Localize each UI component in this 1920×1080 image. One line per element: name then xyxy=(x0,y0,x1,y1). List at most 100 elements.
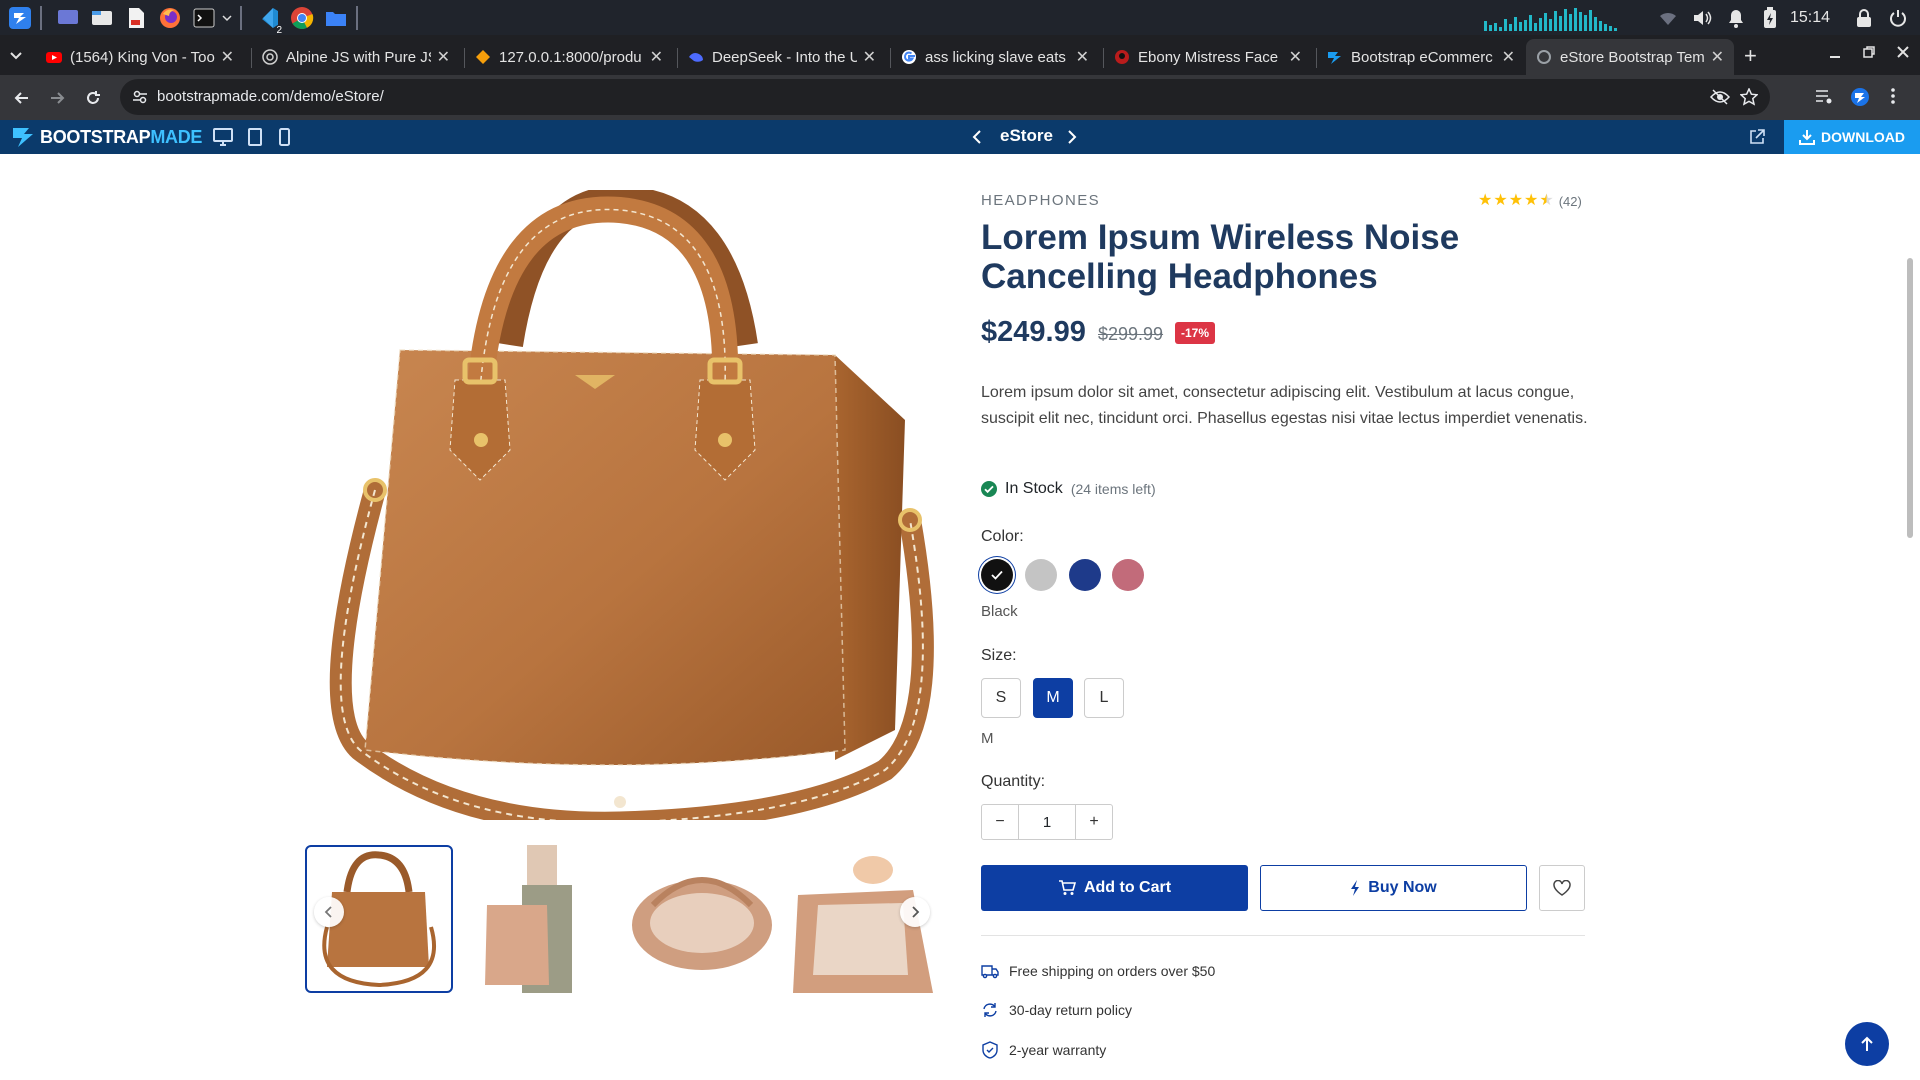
add-to-cart-button[interactable]: Add to Cart xyxy=(981,865,1248,911)
browser-tab[interactable]: Alpine JS with Pure JS ✕ xyxy=(252,39,460,75)
file-manager-icon[interactable] xyxy=(88,4,116,32)
restore-window-icon[interactable] xyxy=(1862,45,1876,59)
template-title: eStore xyxy=(1000,126,1053,145)
star-full-icon: ★ xyxy=(1508,192,1524,209)
wifi-icon[interactable] xyxy=(1654,4,1682,32)
rating-count[interactable]: (42) xyxy=(1559,194,1582,209)
color-swatch-silver[interactable] xyxy=(1025,559,1057,591)
tab-title: ass licking slave eats xyxy=(925,48,1066,66)
shield-check-icon xyxy=(982,1041,998,1059)
buy-now-button[interactable]: Buy Now xyxy=(1260,865,1527,911)
color-swatch-black[interactable] xyxy=(981,559,1013,591)
thumbnail-2[interactable] xyxy=(467,845,615,993)
buy-now-label: Buy Now xyxy=(1368,879,1437,896)
cart-icon xyxy=(1058,880,1076,896)
lightning-icon xyxy=(1350,880,1360,896)
product-main-image[interactable] xyxy=(305,190,935,820)
checkmark-icon xyxy=(991,570,1003,580)
firefox-icon[interactable] xyxy=(156,4,184,32)
tab-search-icon[interactable] xyxy=(8,47,24,63)
thumbnail-next-icon[interactable] xyxy=(900,897,930,927)
browser-tab[interactable]: Bootstrap eCommerc ✕ xyxy=(1317,39,1525,75)
close-tab-icon[interactable]: ✕ xyxy=(650,47,663,67)
new-tab-icon[interactable]: + xyxy=(1744,43,1757,69)
system-clock[interactable]: 15:14 xyxy=(1790,9,1830,27)
back-arrow-icon[interactable] xyxy=(9,85,35,111)
thumbnail-image xyxy=(467,845,615,993)
terminal-icon[interactable] xyxy=(190,4,218,32)
eye-slash-icon[interactable] xyxy=(1710,88,1730,106)
page-scrollbar[interactable] xyxy=(1907,258,1913,538)
previous-template-icon[interactable] xyxy=(972,130,982,144)
heart-icon xyxy=(1553,880,1571,896)
bootstrapmade-logo[interactable]: BOOTSTRAPMADE xyxy=(12,126,202,148)
browser-tab[interactable]: (1564) King Von - Too ✕ xyxy=(36,39,244,75)
browser-tab-active[interactable]: eStore Bootstrap Tem ✕ xyxy=(1526,39,1734,75)
reload-icon[interactable] xyxy=(80,85,106,111)
volume-icon[interactable] xyxy=(1688,4,1716,32)
close-tab-icon[interactable]: ✕ xyxy=(437,47,450,67)
size-option-l[interactable]: L xyxy=(1084,678,1124,718)
profile-avatar[interactable] xyxy=(1850,87,1870,107)
close-tab-icon[interactable]: ✕ xyxy=(1711,47,1724,67)
power-icon[interactable] xyxy=(1884,4,1912,32)
lock-icon[interactable] xyxy=(1850,4,1878,32)
tablet-view-icon[interactable] xyxy=(247,128,263,146)
minimize-window-icon[interactable] xyxy=(1828,45,1842,59)
browser-tab[interactable]: ass licking slave eats ✕ xyxy=(891,39,1099,75)
external-link-icon[interactable] xyxy=(1749,129,1765,145)
close-tab-icon[interactable]: ✕ xyxy=(863,47,876,67)
wishlist-button[interactable] xyxy=(1539,865,1585,911)
globe-favicon-icon xyxy=(262,49,278,65)
selected-size: M xyxy=(981,730,994,747)
feature-warranty: 2-year warranty xyxy=(981,1041,1106,1059)
vscode-icon[interactable]: 2 xyxy=(254,4,284,36)
address-bar[interactable]: bootstrapmade.com/demo/eStore/ xyxy=(120,79,1770,115)
star-full-icon: ★ xyxy=(1524,192,1539,209)
product-category[interactable]: HEADPHONES xyxy=(981,192,1100,209)
browser-tab[interactable]: 127.0.0.1:8000/produ ✕ xyxy=(465,39,673,75)
increase-quantity-button[interactable]: + xyxy=(1076,805,1112,839)
document-viewer-icon[interactable] xyxy=(122,4,150,32)
mobile-view-icon[interactable] xyxy=(277,128,291,146)
download-button[interactable]: DOWNLOAD xyxy=(1784,120,1920,154)
close-tab-icon[interactable]: ✕ xyxy=(221,47,234,67)
notification-bell-icon[interactable] xyxy=(1722,4,1750,32)
desktop-icon[interactable] xyxy=(54,4,82,32)
browser-tab[interactable]: DeepSeek - Into the U ✕ xyxy=(678,39,886,75)
decrease-quantity-button[interactable]: − xyxy=(982,805,1018,839)
localhost-favicon-icon xyxy=(475,49,491,65)
forward-arrow-icon[interactable] xyxy=(44,85,70,111)
app-launcher-icon[interactable] xyxy=(6,4,34,32)
quantity-input[interactable]: 1 xyxy=(1018,805,1076,839)
browser-tab[interactable]: Ebony Mistress Face ✕ xyxy=(1104,39,1312,75)
stock-label: In Stock xyxy=(1005,480,1063,497)
thumbnail-3[interactable] xyxy=(628,845,776,993)
quantity-stepper: − 1 + xyxy=(981,804,1113,840)
color-swatch-navy[interactable] xyxy=(1069,559,1101,591)
chrome-icon[interactable] xyxy=(288,4,316,32)
next-template-icon[interactable] xyxy=(1067,130,1077,144)
close-tab-icon[interactable]: ✕ xyxy=(1076,47,1089,67)
site-info-icon[interactable] xyxy=(132,89,148,105)
back-to-top-button[interactable] xyxy=(1845,1022,1889,1066)
close-tab-icon[interactable]: ✕ xyxy=(1502,47,1515,67)
browser-menu-icon[interactable] xyxy=(1890,87,1896,105)
color-swatch-rose[interactable] xyxy=(1112,559,1144,591)
url-text[interactable]: bootstrapmade.com/demo/eStore/ xyxy=(157,88,384,105)
size-option-s[interactable]: S xyxy=(981,678,1021,718)
selected-color: Black xyxy=(981,603,1018,620)
media-controls-icon[interactable] xyxy=(1815,89,1833,105)
desktop-view-icon[interactable] xyxy=(213,128,233,146)
close-window-icon[interactable] xyxy=(1896,45,1910,59)
close-tab-icon[interactable]: ✕ xyxy=(1289,47,1302,67)
bookmark-star-icon[interactable] xyxy=(1740,88,1758,106)
folder-icon[interactable] xyxy=(322,4,350,32)
loading-favicon-icon xyxy=(1536,49,1552,65)
thumbnail-prev-icon[interactable] xyxy=(314,897,344,927)
feature-text: 2-year warranty xyxy=(1009,1042,1107,1058)
browser-toolbar: bootstrapmade.com/demo/eStore/ xyxy=(0,75,1920,120)
chevron-down-icon[interactable] xyxy=(220,4,234,32)
size-option-m[interactable]: M xyxy=(1033,678,1073,718)
battery-charging-icon[interactable] xyxy=(1756,4,1784,32)
